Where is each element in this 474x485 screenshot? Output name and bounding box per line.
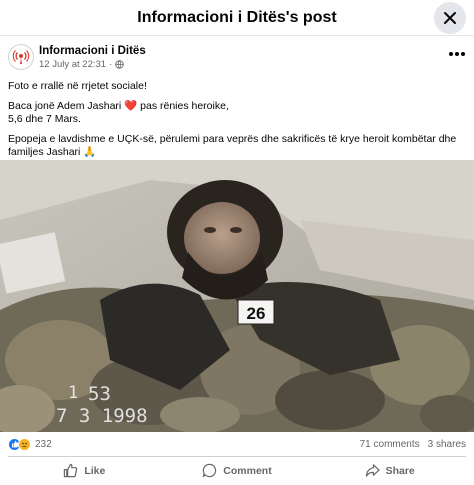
share-button[interactable]: Share (313, 459, 466, 483)
page-name-link[interactable]: Informacioni i Ditës (39, 45, 146, 57)
post-paragraph-2: Baca jonë Adem Jashari ❤️ pas rënies her… (8, 100, 466, 126)
post-date[interactable]: 12 July at 22:31 (39, 59, 106, 70)
more-icon (449, 52, 465, 56)
share-icon (365, 464, 380, 477)
shares-count[interactable]: 3 shares (428, 439, 466, 450)
photo-image: 26 1 53 7 3 1998 (0, 160, 474, 432)
like-label: Like (84, 464, 106, 477)
close-button[interactable] (434, 2, 466, 34)
globe-icon (115, 60, 124, 69)
post-photo[interactable]: 26 1 53 7 3 1998 (0, 160, 474, 432)
more-options-button[interactable] (448, 48, 466, 58)
photo-tag-number: 26 (247, 304, 266, 323)
timestamp-time: 53 (88, 383, 111, 405)
reaction-icons[interactable]: 232 (8, 437, 52, 451)
comments-count[interactable]: 71 comments (360, 439, 420, 450)
comment-button[interactable]: Comment (161, 459, 314, 483)
post-paragraph-2-line-1: Baca jonë Adem Jashari ❤️ pas rënies her… (8, 100, 229, 112)
dialog-header: Informacioni i Ditës's post (0, 0, 474, 36)
like-button[interactable]: Like (8, 459, 161, 483)
timestamp-date: 7 3 1998 (56, 405, 148, 427)
post-text: Foto e rrallë në rrjetet sociale! Baca j… (8, 80, 466, 166)
dialog-title: Informacioni i Ditës's post (137, 8, 337, 26)
post-header: Informacioni i Ditës 12 July at 22:31 · (8, 44, 466, 72)
post-meta: 12 July at 22:31 · (39, 59, 124, 70)
meta-separator: · (109, 59, 113, 70)
thumbs-up-icon (64, 463, 78, 478)
reaction-summary: 232 71 comments 3 shares (8, 436, 466, 452)
broadcast-icon (12, 50, 30, 64)
photo-tag: 26 (237, 299, 275, 325)
action-bar: Like Comment Share (8, 456, 466, 484)
reaction-count[interactable]: 232 (35, 439, 52, 450)
close-icon (444, 12, 456, 24)
post-paragraph-2-line-2: 5,6 dhe 7 Mars. (8, 113, 81, 125)
timestamp-prefix: 1 (68, 383, 78, 403)
comment-icon (203, 463, 217, 478)
sad-reaction-icon (18, 437, 31, 451)
sad-face-icon (22, 442, 27, 447)
page-avatar[interactable] (8, 44, 34, 70)
comment-label: Comment (223, 464, 272, 477)
share-label: Share (385, 464, 415, 477)
post-paragraph-1: Foto e rrallë në rrjetet sociale! (8, 80, 147, 92)
post-paragraph-3: Epopeja e lavdishme e UÇK-së, përulemi p… (8, 133, 457, 158)
